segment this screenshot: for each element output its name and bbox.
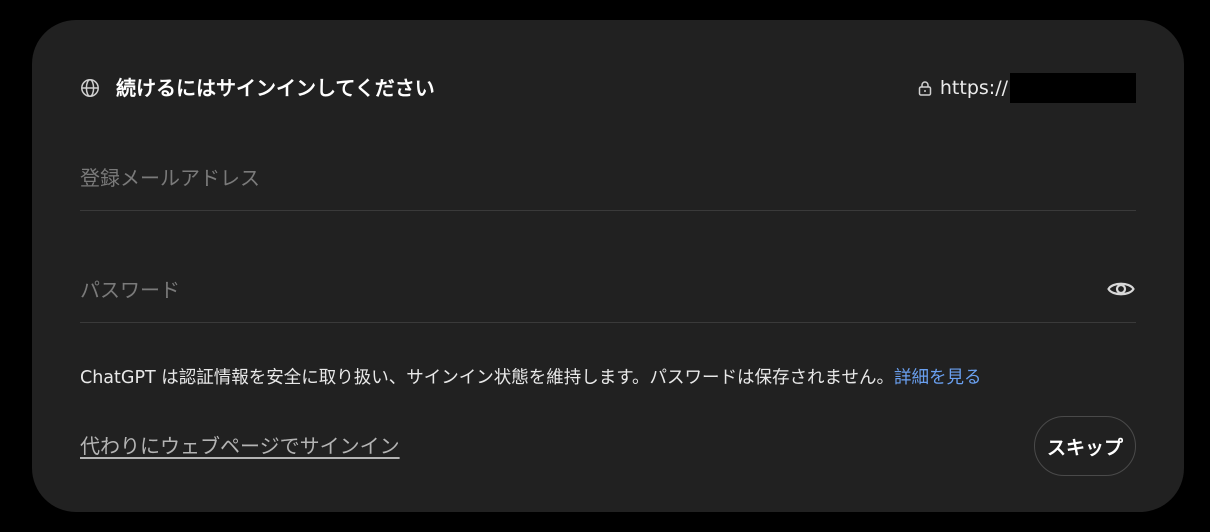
email-input[interactable] <box>80 150 1040 206</box>
site-url: https:// <box>918 72 1136 104</box>
globe-icon <box>81 79 99 97</box>
password-field-container <box>80 262 1136 323</box>
url-text: https:// <box>939 77 1008 99</box>
dialog-title: 続けるにはサインインしてください <box>116 76 435 100</box>
dialog-header: 続けるにはサインインしてください https:// <box>80 72 1136 104</box>
web-signin-link[interactable]: 代わりにウェブページでサインイン <box>80 430 400 462</box>
signin-dialog: 続けるにはサインインしてください https:// ChatGPT は認証情報を… <box>32 20 1184 512</box>
security-notice: ChatGPT は認証情報を安全に取り扱い、サインイン状態を維持します。パスワー… <box>80 364 981 392</box>
password-input[interactable] <box>80 262 1040 318</box>
skip-button[interactable]: スキップ <box>1034 416 1136 476</box>
eye-icon[interactable] <box>1106 274 1136 304</box>
email-field-container <box>80 150 1136 211</box>
lock-icon <box>918 81 932 96</box>
redacted-url-block <box>1010 73 1136 103</box>
notice-text: ChatGPT は認証情報を安全に取り扱い、サインイン状態を維持します。パスワー… <box>80 368 894 388</box>
learn-more-link[interactable]: 詳細を見る <box>894 368 982 388</box>
